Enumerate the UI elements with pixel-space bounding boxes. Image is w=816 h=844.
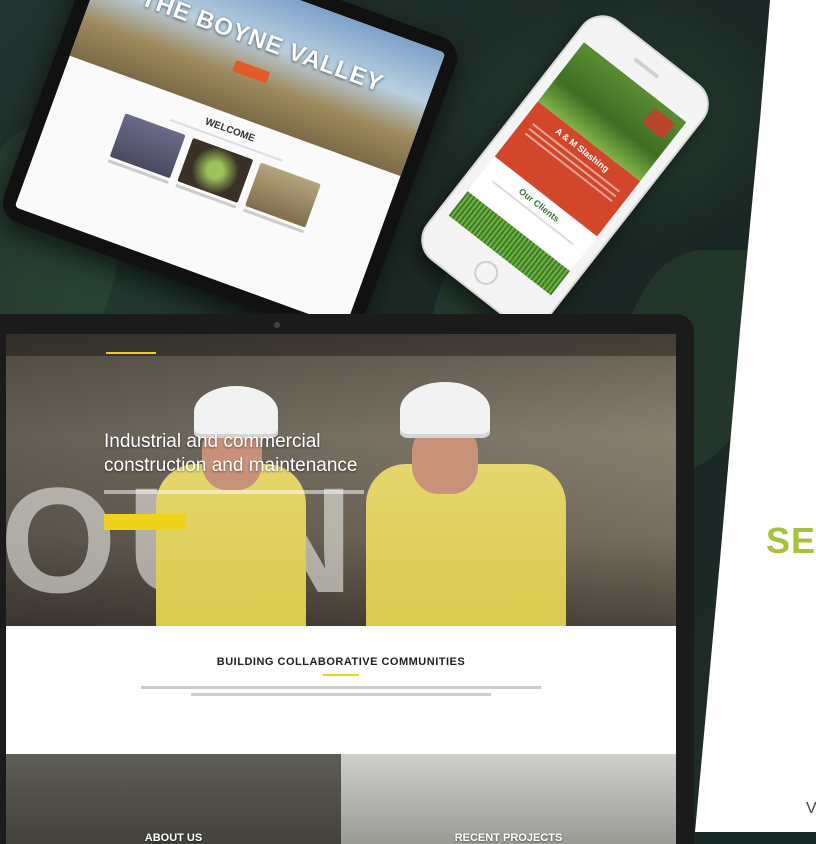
feature-tiles: ABOUT US RECENT PROJECTS: [6, 754, 676, 844]
hero-heading: Industrial and commercial construction a…: [104, 431, 358, 476]
hard-hat-icon: [400, 382, 490, 438]
card-image: [109, 113, 186, 179]
laptop-navbar: [6, 334, 676, 356]
card-image: [244, 162, 321, 228]
communities-section: BUILDING COLLABORATIVE COMMUNITIES: [6, 626, 676, 754]
tablet-card[interactable]: [242, 162, 321, 234]
headline-fragment: SE: [766, 520, 816, 561]
tile-label: ABOUT US: [144, 832, 203, 844]
paragraph-line: [191, 693, 491, 696]
hero-cta-button[interactable]: [104, 514, 186, 530]
tile-label: RECENT PROJECTS: [454, 832, 563, 844]
laptop-screen: OUNG Industrial and commercial construct…: [6, 334, 676, 844]
mower-image: [642, 107, 676, 140]
camera-icon: [274, 322, 280, 328]
site-logo[interactable]: [106, 336, 156, 354]
tablet-card[interactable]: [107, 113, 186, 185]
paragraph-line: [141, 686, 541, 689]
home-button[interactable]: [469, 256, 504, 290]
tablet-hero-button[interactable]: [232, 59, 271, 84]
laptop-device: OUNG Industrial and commercial construct…: [0, 314, 694, 844]
phone-speaker: [633, 57, 660, 79]
tablet-card[interactable]: [175, 138, 254, 209]
about-us-tile[interactable]: ABOUT US: [6, 754, 341, 844]
heading-underline: [323, 674, 359, 676]
bottom-letter: V: [806, 800, 816, 817]
laptop-hero: OUNG Industrial and commercial construct…: [6, 334, 676, 626]
recent-projects-tile[interactable]: RECENT PROJECTS: [341, 754, 676, 844]
hero-subtext: [104, 490, 364, 494]
card-image: [177, 138, 254, 204]
section-heading: BUILDING COLLABORATIVE COMMUNITIES: [216, 656, 466, 668]
